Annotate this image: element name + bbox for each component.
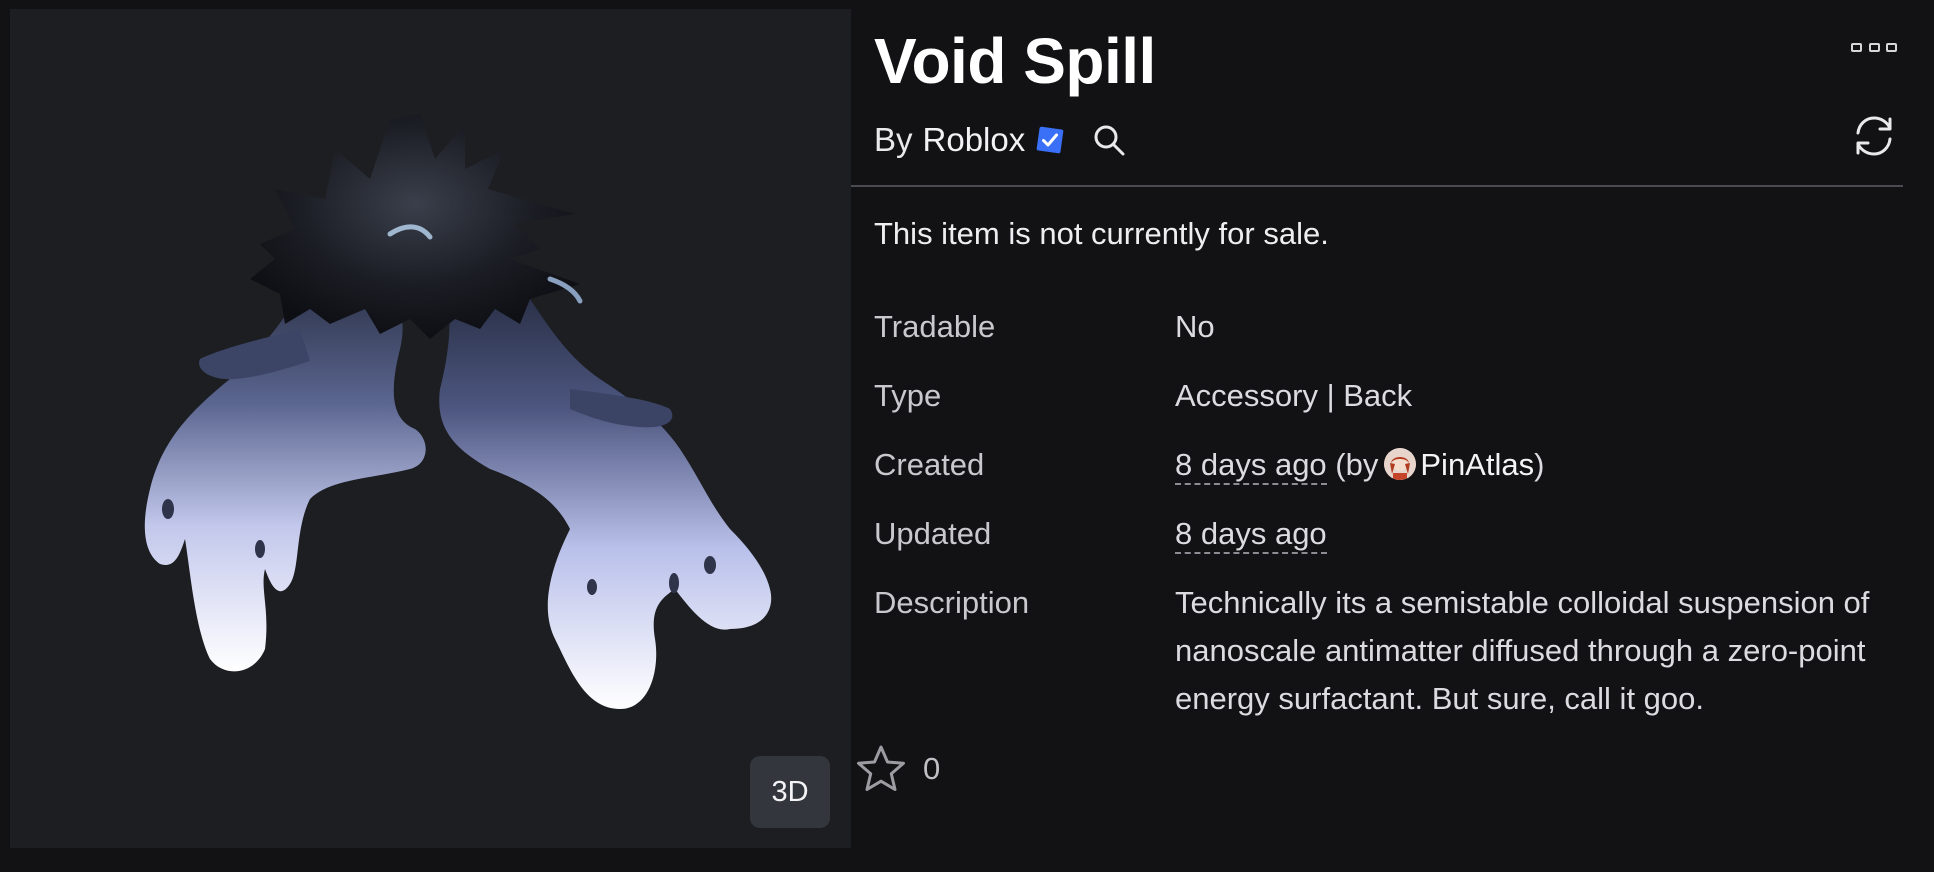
user-avatar <box>1384 447 1417 480</box>
created-label: Created <box>874 447 985 482</box>
item-thumbnail-image <box>144 114 772 709</box>
info-row-created: Created 8 days ago (by PinAtlas) <box>874 441 1904 489</box>
header-divider <box>851 185 1903 187</box>
created-date[interactable]: 8 days ago <box>1175 447 1327 485</box>
updated-value: 8 days ago <box>1175 510 1904 558</box>
description-label: Description <box>874 585 1030 620</box>
star-icon <box>857 745 905 791</box>
type-value: Accessory | Back <box>1175 378 1413 413</box>
created-by-close: ) <box>1534 447 1545 482</box>
updated-date[interactable]: 8 days ago <box>1175 516 1327 554</box>
created-value: 8 days ago (by PinAtlas) <box>1175 441 1904 489</box>
item-details-page: 3D Void Spill By Roblox This item is not… <box>0 0 1934 872</box>
tradable-value: No <box>1175 309 1215 344</box>
item-preview-panel[interactable]: 3D <box>10 9 851 848</box>
info-row-description: Description Technically its a semistable… <box>874 579 1904 723</box>
favorite-count: 0 <box>923 751 941 786</box>
creator-byline: By Roblox <box>874 118 1129 162</box>
verified-badge-icon <box>1036 126 1064 154</box>
info-row-tradable: Tradable No <box>874 303 1904 351</box>
info-row-type: Type Accessory | Back <box>874 372 1904 420</box>
tradable-label: Tradable <box>874 309 996 344</box>
item-details-panel: Void Spill By Roblox This item is not cu… <box>851 0 1934 872</box>
info-row-updated: Updated 8 days ago <box>874 510 1904 558</box>
created-by-open: (by <box>1335 447 1379 482</box>
more-options-icon[interactable] <box>1851 36 1897 58</box>
search-icon[interactable] <box>1089 120 1129 160</box>
by-prefix: By <box>874 121 913 158</box>
creator-user-link[interactable]: PinAtlas <box>1420 447 1534 482</box>
type-label: Type <box>874 378 942 413</box>
favorite-button[interactable]: 0 <box>855 744 940 794</box>
description-text: Technically its a semistable colloidal s… <box>1175 585 1870 716</box>
toggle-3d-button[interactable]: 3D <box>750 756 830 828</box>
creator-link[interactable]: Roblox <box>923 121 1026 159</box>
item-title: Void Spill <box>874 25 1156 97</box>
sale-status-text: This item is not currently for sale. <box>874 216 1329 251</box>
updated-label: Updated <box>874 516 992 551</box>
refresh-icon[interactable] <box>1850 110 1898 162</box>
